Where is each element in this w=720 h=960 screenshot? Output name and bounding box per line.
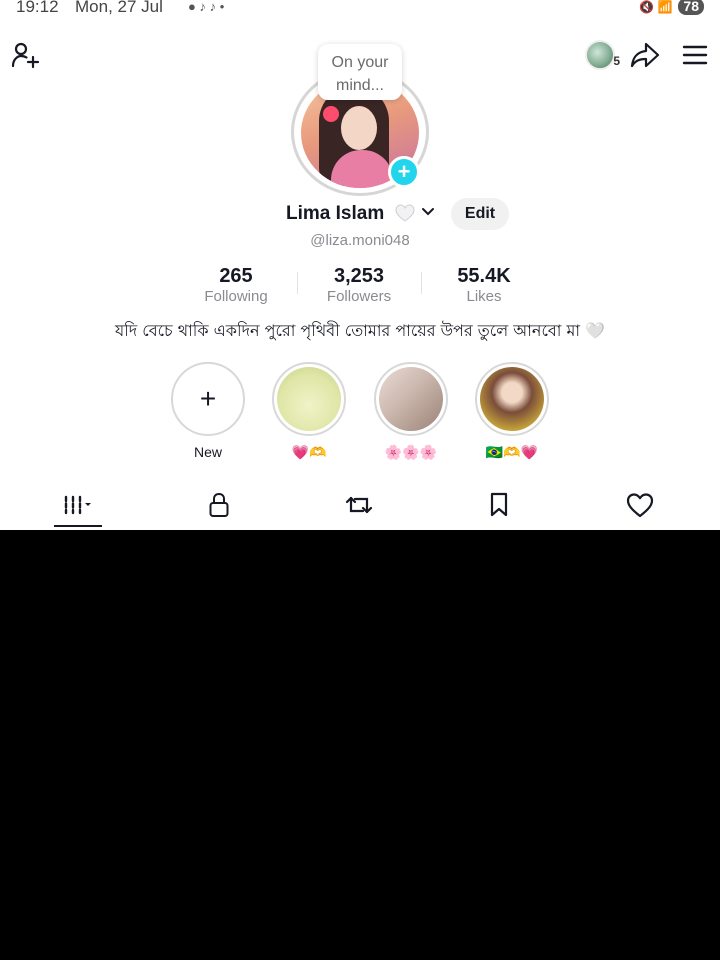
- highlight-label: 🌸🌸🌸: [384, 444, 438, 460]
- stat-likes[interactable]: 55.4K Likes: [429, 264, 539, 306]
- add-story-button[interactable]: +: [388, 156, 420, 188]
- lock-icon: [209, 492, 229, 517]
- video-grid-area: [0, 530, 720, 960]
- followers-label: Followers: [326, 288, 392, 305]
- divider: [297, 272, 298, 294]
- tab-favorites[interactable]: [479, 488, 519, 522]
- highlight-label: 💗🫶: [291, 444, 327, 460]
- highlight-item[interactable]: 🇧🇷🫶💗: [475, 362, 549, 462]
- profile-screen: 19:12 Mon, 27 Jul ● ♪ ♪ • 🔇 📶 78 5 + On …: [0, 0, 720, 530]
- repost-icon: [345, 496, 373, 514]
- edit-profile-button[interactable]: Edit: [451, 198, 509, 230]
- share-icon: [630, 42, 660, 68]
- bookmark-icon: [490, 492, 508, 517]
- plus-icon: +: [199, 383, 217, 414]
- heart-icon: [626, 493, 654, 518]
- bio: যদি বেচে থাকি একদিন পুরো পৃথিবী তোমার পা…: [114, 321, 606, 340]
- tab-private[interactable]: [199, 488, 239, 522]
- highlight-new[interactable]: + New: [171, 362, 245, 462]
- story-button[interactable]: 5: [580, 38, 620, 72]
- story-count: 5: [613, 54, 620, 68]
- likes-count: 55.4K: [457, 265, 511, 287]
- highlight-item[interactable]: 🌸🌸🌸: [374, 362, 448, 462]
- highlight-thumbnail: [379, 367, 443, 431]
- highlight-label: New: [193, 444, 222, 460]
- highlight-label: 🇧🇷🫶💗: [485, 444, 539, 460]
- share-button[interactable]: [628, 38, 662, 72]
- white-heart-icon: [395, 204, 415, 222]
- story-avatar-image: [585, 40, 615, 70]
- menu-button[interactable]: [678, 38, 712, 72]
- grid-icon: [64, 495, 91, 515]
- highlight-thumbnail: [480, 367, 544, 431]
- active-tab-indicator: [54, 525, 102, 527]
- followers-count: 3,253: [333, 265, 385, 287]
- notification-icons: ● ♪ ♪ •: [188, 0, 225, 14]
- status-bar: 19:12 Mon, 27 Jul ● ♪ ♪ • 🔇 📶 78: [0, 0, 720, 20]
- chevron-down-icon[interactable]: [420, 204, 436, 220]
- following-count: 265: [219, 265, 253, 287]
- stat-following[interactable]: 265 Following: [181, 264, 291, 306]
- add-user-icon: [11, 42, 40, 69]
- tab-videos[interactable]: [58, 488, 98, 522]
- name-row: Lima Islam Edit: [0, 198, 720, 232]
- following-label: Following: [204, 288, 268, 305]
- status-right: 🔇 📶 78: [639, 0, 704, 15]
- mind-bubble[interactable]: On your mind...: [318, 44, 402, 100]
- username: @liza.moni048: [310, 232, 410, 249]
- display-name: Lima Islam: [286, 203, 385, 224]
- status-time: 19:12: [16, 0, 59, 16]
- highlight-thumbnail: [277, 367, 341, 431]
- status-date: Mon, 27 Jul: [75, 0, 163, 16]
- menu-icon: [682, 45, 708, 65]
- highlight-item[interactable]: 💗🫶: [272, 362, 346, 462]
- battery-level: 78: [678, 0, 704, 15]
- tab-reposts[interactable]: [339, 488, 379, 522]
- signal-icons: 🔇 📶: [639, 0, 673, 14]
- add-friend-button[interactable]: [8, 38, 42, 72]
- tab-liked[interactable]: [620, 488, 660, 522]
- divider: [421, 272, 422, 294]
- likes-label: Likes: [466, 288, 502, 305]
- stat-followers[interactable]: 3,253 Followers: [304, 264, 414, 306]
